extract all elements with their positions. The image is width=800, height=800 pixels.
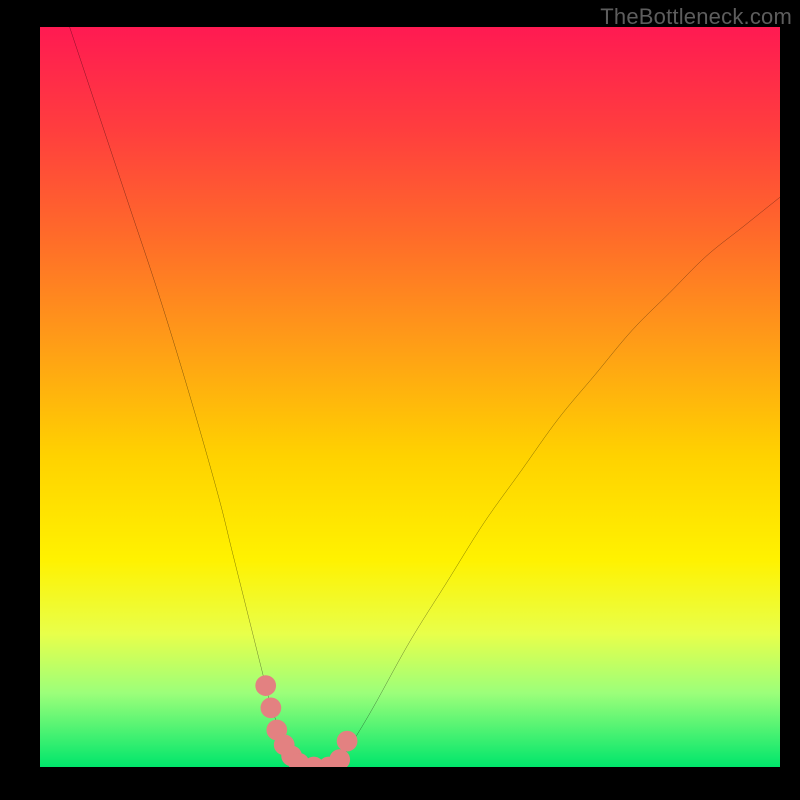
curve-left-path [70,27,299,767]
marker-dot [261,697,282,718]
marker-dot [255,675,276,696]
marker-dot [337,731,358,752]
curve-right-path [336,197,780,767]
chart-frame: TheBottleneck.com [0,0,800,800]
curve-left [70,27,299,767]
highlight-markers [255,675,357,767]
curve-right [336,197,780,767]
attribution-text: TheBottleneck.com [600,4,792,30]
chart-svg [40,27,780,767]
plot-area [40,27,780,767]
marker-dot [329,749,350,767]
